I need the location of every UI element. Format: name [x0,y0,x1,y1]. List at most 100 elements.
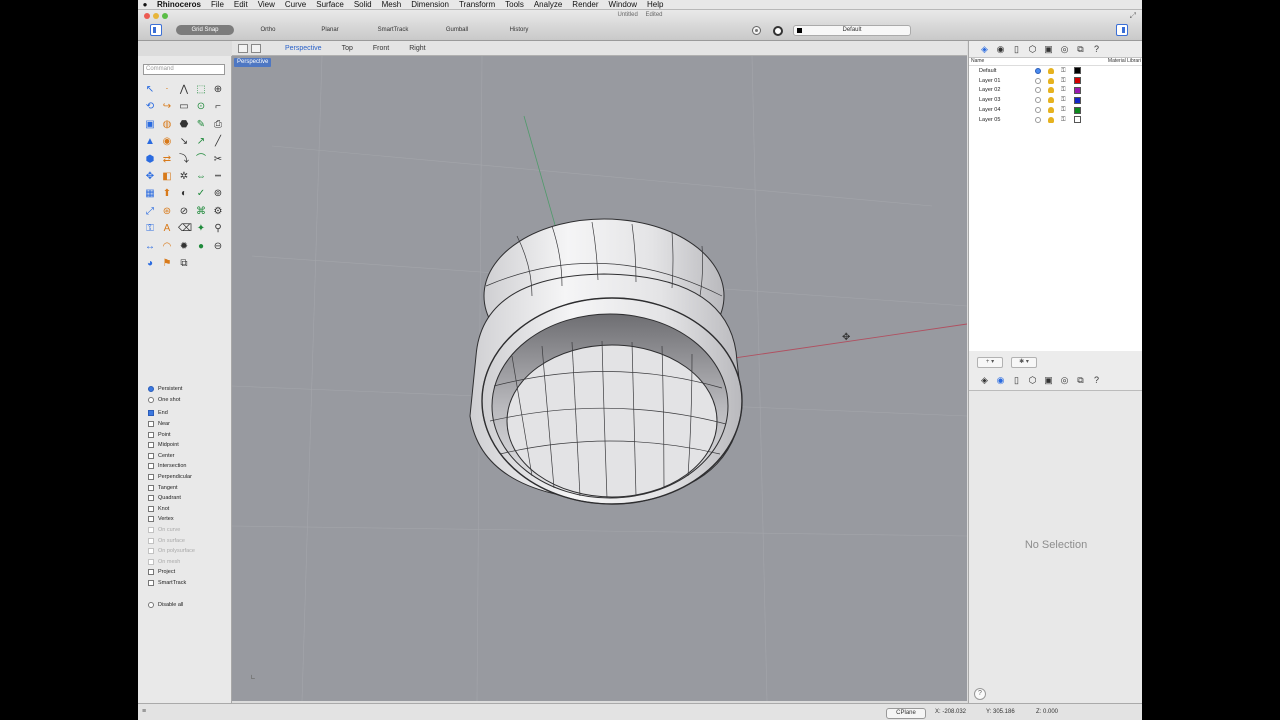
magnify-icon[interactable]: ⊘ [178,206,190,218]
current-layer-select[interactable]: Default [793,25,911,36]
menu-tools[interactable]: Tools [500,0,529,9]
layer-name[interactable]: Layer 01 [969,78,1029,84]
cylinder-icon[interactable]: ⬣ [178,119,190,131]
osnap-mode-one-shot[interactable]: One shot [148,395,228,406]
layer-row[interactable]: Default ⚿ [969,66,1142,76]
layer-row[interactable]: Layer 04 ⚿ [969,105,1142,115]
checkbox-icon[interactable] [148,463,154,470]
checkbox-icon[interactable] [148,579,154,586]
paint-icon[interactable]: ◉ [161,136,173,148]
statusbar-menu-icon[interactable]: ≡ [142,708,146,715]
viewport-layout-icon[interactable] [238,43,248,53]
gear-tool-icon[interactable]: ⚙ [212,206,224,218]
dash-line-icon[interactable]: ┅ [212,171,224,183]
zoom-extents-icon[interactable]: ⊙ [195,101,207,113]
bend-icon[interactable]: ⌒ [195,154,207,166]
layer-row[interactable]: Layer 03 ⚿ [969,95,1142,105]
printer-icon[interactable]: ⎙ [212,119,224,131]
menu-window[interactable]: Window [604,0,642,9]
zoom-icon[interactable]: ⊕ [212,84,224,96]
osnap-perpendicular[interactable]: Perpendicular [148,472,228,483]
osnap-intersection[interactable]: Intersection [148,461,228,472]
array-icon[interactable]: ⌘ [195,206,207,218]
help-icon[interactable]: ? [1091,44,1102,55]
command-input[interactable]: Command [143,64,225,75]
menu-dimension[interactable]: Dimension [406,0,454,9]
line-icon[interactable]: ╱ [212,136,224,148]
zoom-in-icon[interactable]: ⊛ [161,206,173,218]
rectangle-icon[interactable]: ▭ [178,101,190,113]
text-icon[interactable]: A [161,223,173,235]
zoom-window-icon[interactable]: ⬚ [195,84,207,96]
osnap-project[interactable]: Project [148,567,228,578]
menu-curve[interactable]: Curve [280,0,311,9]
extrude-icon[interactable]: ⬆ [161,188,173,200]
help-question-icon[interactable]: ? [974,688,986,700]
layers-icon[interactable]: ⧉ [178,258,190,270]
materials-icon[interactable]: ⧉ [1075,375,1086,386]
trim-icon[interactable]: ✂ [212,154,224,166]
current-layer-radio[interactable] [1035,116,1041,123]
menu-mesh[interactable]: Mesh [377,0,407,9]
eye-icon[interactable]: ◎ [1059,44,1070,55]
history-button[interactable]: History [500,25,538,35]
osnap-midpoint[interactable]: Midpoint [148,440,228,451]
library-icon[interactable]: ⧉ [1075,44,1086,55]
menu-transform[interactable]: Transform [454,0,500,9]
render-camera-icon[interactable]: ▣ [1043,375,1054,386]
lightbulb-icon[interactable] [1048,116,1054,123]
join-icon[interactable]: ⇄ [161,154,173,166]
properties-icon[interactable]: ◉ [995,44,1006,55]
lock-icon[interactable]: ⚿ [144,223,156,235]
display-cube-icon[interactable]: ⬡ [1027,375,1038,386]
tab-right[interactable]: Right [399,45,435,52]
lightbulb-icon[interactable] [1048,77,1054,84]
checkbox-icon[interactable] [148,421,154,428]
menu-solid[interactable]: Solid [349,0,377,9]
osnap-near[interactable]: Near [148,419,228,430]
lock-icon[interactable]: ⚿ [1061,97,1067,103]
globe-icon[interactable]: ◕ [144,258,156,270]
star-icon[interactable]: ✦ [195,223,207,235]
lightbulb-icon[interactable] [1048,107,1054,114]
layer-name[interactable]: Default [969,68,1029,74]
radio-icon[interactable] [148,386,154,393]
tab-front[interactable]: Front [363,45,399,52]
explode-icon[interactable]: ✲ [178,171,190,183]
layers-tab-icon[interactable]: ◈ [979,375,990,386]
layer-color-swatch[interactable] [1074,106,1081,114]
point-icon[interactable]: ⋅ [161,84,173,96]
checkbox-icon[interactable] [148,505,154,512]
lock-icon[interactable]: ⚿ [1061,78,1067,84]
checkbox-icon[interactable] [148,442,154,449]
layer-row[interactable]: Layer 02 ⚿ [969,86,1142,96]
menu-file[interactable]: File [206,0,229,9]
curve-icon[interactable]: ↪ [161,101,173,113]
ortho-button[interactable]: Ortho [253,25,283,35]
lock-icon[interactable]: ⚿ [1061,87,1067,93]
help-tab-icon[interactable]: ? [1091,375,1102,386]
view-eye-icon[interactable]: ◎ [1059,375,1070,386]
layer-color-swatch[interactable] [1074,86,1081,94]
grid-icon[interactable]: ▦ [144,188,156,200]
osnap-quadrant[interactable]: Quadrant [148,493,228,504]
layer-color-swatch[interactable] [1074,67,1081,75]
osnap-mode-persistent[interactable]: Persistent [148,384,228,395]
polyline-tool-icon[interactable]: ⌐ [212,101,224,113]
record-history-button[interactable] [752,26,761,35]
menu-view[interactable]: View [253,0,280,9]
cone-icon[interactable]: ▲ [144,136,156,148]
zoom-out-icon[interactable]: ⊖ [212,241,224,253]
layers-icon[interactable]: ◈ [979,44,990,55]
osnap-disable-all[interactable]: Disable all [148,599,228,610]
perspective-viewport[interactable]: ✥ ⌞ Perspective [232,56,967,701]
tab-top[interactable]: Top [332,45,363,52]
checkbox-icon[interactable] [148,474,154,481]
disk-icon[interactable]: ● [195,241,207,253]
color-wheel-icon[interactable]: ✹ [178,241,190,253]
object-props-icon[interactable]: ◉ [995,375,1006,386]
menu-app-name[interactable]: Rhinoceros [152,0,206,9]
checkbox-icon[interactable] [148,569,154,576]
patch-icon[interactable]: ✎ [195,119,207,131]
viewport-label[interactable]: Perspective [234,58,272,67]
